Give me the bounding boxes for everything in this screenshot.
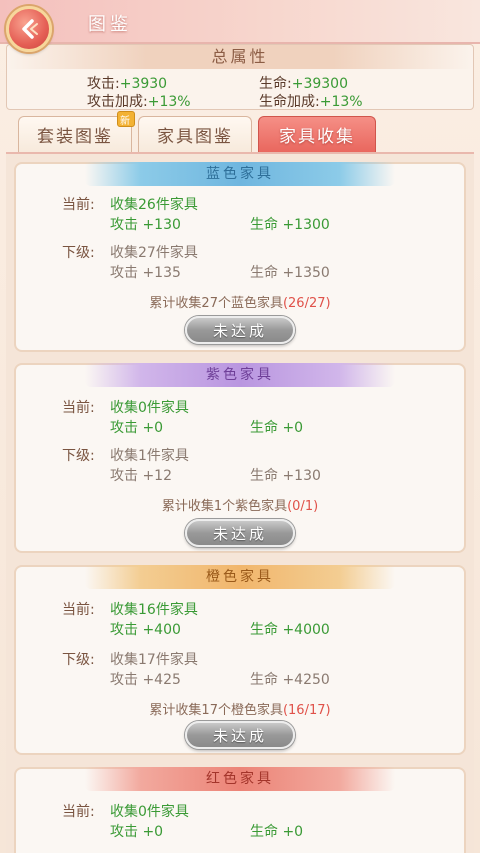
attack-bonus-value: +13% [147,94,191,110]
hp-value: +39300 [291,76,348,92]
current-label: 当前: [62,804,95,820]
new-badge: 新 [117,111,135,127]
summary-text: 累计收集17个橙色家具 [149,703,283,718]
collection-summary: 累计收集1个紫色家具(0/1) [16,495,464,514]
purple-furniture-card: 紫色家具 当前: 收集0件家具 攻击 +0 生命 +0 下级: 收集1件家具 攻… [14,363,466,553]
attack-label: 攻击: [87,76,120,92]
hp-bonus-stat: 生命加成:+13% [259,91,363,111]
card-title: 橙色家具 [85,565,395,589]
tab-furniture-gathering[interactable]: 家具收集 [258,116,376,152]
card-title: 红色家具 [85,767,395,791]
current-attack: 攻击 +130 [110,217,181,233]
progress-count: (26/27) [282,296,331,311]
red-furniture-card: 红色家具 当前: 收集0件家具 攻击 +0 生命 +0 [14,767,466,853]
total-attributes-title: 总属性 [7,45,473,69]
summary-text: 累计收集27个蓝色家具 [149,296,283,311]
current-attack: 攻击 +400 [110,622,181,638]
next-attack: 攻击 +425 [110,672,181,688]
summary-text: 累计收集1个紫色家具 [161,499,288,514]
attack-bonus-label: 攻击加成: [87,94,148,110]
back-button[interactable] [6,6,52,52]
current-collect: 收集26件家具 [110,197,198,213]
current-collect: 收集0件家具 [110,400,189,416]
next-label: 下级: [62,245,95,261]
current-hp: 生命 +1300 [250,217,330,233]
next-collect: 收集17件家具 [110,652,198,668]
hp-stat: 生命:+39300 [259,73,348,93]
attack-stat: 攻击:+3930 [87,73,167,93]
current-label: 当前: [62,602,95,618]
progress-count: (0/1) [287,499,319,514]
attack-value: +3930 [119,76,168,92]
current-hp: 生命 +0 [250,824,304,840]
not-achieved-button[interactable]: 未达成 [185,519,295,547]
card-title: 紫色家具 [85,363,395,387]
next-collect: 收集1件家具 [110,448,189,464]
current-label: 当前: [62,400,95,416]
current-hp: 生命 +0 [250,420,304,436]
tab-set-collection[interactable]: 套装图鉴 新 [18,111,135,152]
tab-label: 套装图鉴 [37,127,113,147]
next-attack: 攻击 +12 [110,468,172,484]
tab-label: 家具图鉴 [157,127,233,147]
attack-bonus-stat: 攻击加成:+13% [87,91,191,111]
current-hp: 生命 +4000 [250,622,330,638]
blue-furniture-card: 蓝色家具 当前: 收集26件家具 攻击 +130 生命 +1300 下级: 收集… [14,162,466,352]
page-title: 图鉴 [88,14,132,35]
collection-summary: 累计收集17个橙色家具(16/17) [16,699,464,718]
current-attack: 攻击 +0 [110,824,164,840]
current-attack: 攻击 +0 [110,420,164,436]
next-attack: 攻击 +135 [110,265,181,281]
total-attributes-panel: 总属性 攻击:+3930 生命:+39300 攻击加成:+13% 生命加成:+1… [6,44,474,110]
progress-count: (16/17) [282,703,331,718]
card-title: 蓝色家具 [85,162,395,186]
hp-bonus-label: 生命加成: [259,94,320,110]
next-hp: 生命 +4250 [250,672,330,688]
hp-label: 生命: [259,76,292,92]
current-collect: 收集0件家具 [110,804,189,820]
next-hp: 生命 +1350 [250,265,330,281]
collection-summary: 累计收集27个蓝色家具(26/27) [16,292,464,311]
orange-furniture-card: 橙色家具 当前: 收集16件家具 攻击 +400 生命 +4000 下级: 收集… [14,565,466,755]
current-label: 当前: [62,197,95,213]
not-achieved-button[interactable]: 未达成 [185,721,295,749]
current-collect: 收集16件家具 [110,602,198,618]
tab-label: 家具收集 [279,127,355,147]
top-bar: 图鉴 [0,0,480,44]
next-hp: 生命 +130 [250,468,321,484]
next-label: 下级: [62,448,95,464]
next-collect: 收集27件家具 [110,245,198,261]
tab-furniture-collection[interactable]: 家具图鉴 [138,116,252,152]
hp-bonus-value: +13% [319,94,363,110]
not-achieved-button[interactable]: 未达成 [185,316,295,344]
next-label: 下级: [62,652,95,668]
back-arrow-icon [22,19,38,39]
